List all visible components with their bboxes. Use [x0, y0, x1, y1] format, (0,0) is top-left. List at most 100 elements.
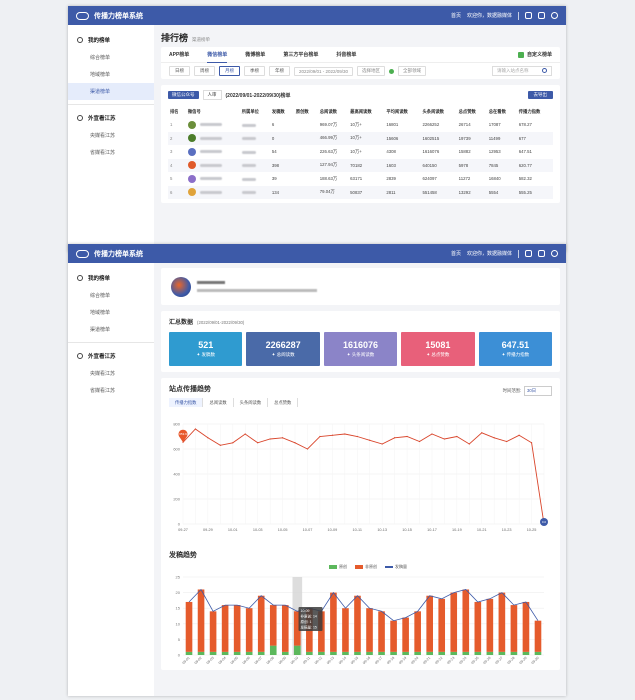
- sidebar-section-my-lists[interactable]: 我的榜单: [68, 269, 154, 287]
- tab-head-reads[interactable]: 头条阅读数: [234, 398, 269, 407]
- sidebar: 我的榜单 综合榜单 地域榜单 渠道榜单 外宣看江苏 央媒看江苏 省媒看江苏: [68, 263, 154, 696]
- filter-daily[interactable]: 日榜: [169, 66, 190, 76]
- table-row[interactable]: 2 0 466.99万 10万+ 15606 1602515 19739 11499 677: [168, 131, 553, 145]
- table-row[interactable]: 6 134 79.04万 50837 2811 551458 13292 5554 555.25: [168, 185, 553, 199]
- legend-nonoriginal[interactable]: 非原创: [355, 564, 377, 570]
- sidebar-item-central-media[interactable]: 央媒看江苏: [68, 365, 154, 382]
- app-logo[interactable]: 传播力榜单系统: [76, 249, 143, 259]
- column-header[interactable]: 最高阅读数: [348, 106, 384, 118]
- tab-manual[interactable]: 人审: [202, 90, 222, 100]
- range-select[interactable]: 30日: [524, 386, 552, 396]
- bar-nonoriginal: [390, 620, 397, 652]
- sidebar-item-provincial-media[interactable]: 省媒看江苏: [68, 144, 154, 161]
- export-button[interactable]: 去导出: [527, 91, 553, 99]
- category-select[interactable]: 全部领域: [398, 66, 427, 76]
- index-cell: 555.25: [516, 185, 553, 199]
- max-reads-cell: 10万+: [350, 121, 362, 127]
- tab-wechat[interactable]: 微信榜单: [207, 47, 228, 63]
- tab-total-reads[interactable]: 总阅读数: [203, 398, 234, 407]
- table-row[interactable]: 5 39 188.63万 63171 2839 624097 11272 16840 582.3…: [168, 172, 553, 186]
- index-cell: 647.51: [518, 149, 532, 155]
- tab-wechat-account[interactable]: 微信公众号: [168, 91, 199, 99]
- legend-original[interactable]: 原创: [329, 564, 347, 570]
- message-icon[interactable]: [525, 250, 532, 257]
- bar-nonoriginal: [245, 608, 253, 652]
- data-point: [344, 433, 346, 435]
- filter-yearly[interactable]: 年榜: [269, 66, 290, 76]
- bar-original: [330, 651, 337, 655]
- looks-cell: 16840: [488, 176, 501, 182]
- column-header[interactable]: 传播力指数: [517, 106, 553, 118]
- avg-reads-cell: 2839: [386, 176, 396, 182]
- unit-cell: [239, 185, 270, 199]
- sidebar-item-overall[interactable]: 综合榜单: [68, 49, 154, 66]
- x-tick-label: 09-02: [194, 656, 203, 665]
- power-icon[interactable]: [551, 12, 558, 19]
- sidebar-section-external[interactable]: 外宣看江苏: [68, 109, 154, 127]
- head-reads-cell: 2266252: [422, 122, 440, 128]
- tab-weibo[interactable]: 微博榜单: [245, 47, 265, 63]
- ranking-window: 传播力榜单系统 首页 欢迎你，数据融媒体 我的榜单 综合榜单 地域榜单 渠道榜单…: [68, 6, 566, 252]
- tab-third-party[interactable]: 第三方平台榜单: [283, 47, 318, 63]
- tile-label: ✦ 发稿数: [196, 352, 215, 357]
- account-name-blurred: [197, 281, 225, 284]
- column-header[interactable]: 总点赞数: [457, 106, 487, 118]
- search-icon[interactable]: [542, 68, 547, 73]
- bar-original: [221, 651, 229, 655]
- ranking-list-card: 微信公众号 人审 (2022/09/01-2022/09/30)榜单 去导出 排…: [161, 85, 560, 203]
- y-tick-label: 20: [176, 590, 181, 595]
- sidebar-section-my-lists[interactable]: 我的榜单: [68, 31, 154, 49]
- custom-list-button[interactable]: 自定义榜单: [517, 51, 552, 58]
- date-range-picker[interactable]: 2022/09/01 - 2022/09/30: [294, 66, 354, 76]
- home-link[interactable]: 首页: [451, 250, 461, 257]
- sidebar-section-external[interactable]: 外宣看江苏: [68, 347, 154, 365]
- data-point: [219, 444, 221, 446]
- main-content: 排行榜 渠道榜单 APP榜单 微信榜单 微博榜单 第三方平台榜单 抖音榜单 自定…: [161, 25, 560, 252]
- lock-icon[interactable]: [538, 250, 545, 257]
- table-row[interactable]: 3 54 226.63万 10万+ 4308 1616076 15882 12953 647.5…: [168, 145, 553, 159]
- region-select[interactable]: 选择地区: [357, 66, 386, 76]
- tab-likes[interactable]: 总点赞数: [268, 398, 299, 407]
- legend-swatch: [329, 565, 337, 569]
- account-profile: [161, 268, 560, 305]
- legend-total[interactable]: 发稿量: [385, 564, 407, 570]
- sidebar-item-channel[interactable]: 渠道榜单: [68, 321, 154, 338]
- lock-icon[interactable]: [538, 12, 545, 19]
- column-header[interactable]: 发稿数: [270, 106, 294, 118]
- sidebar-item-provincial-media[interactable]: 省媒看江苏: [68, 382, 154, 399]
- bar-original: [354, 651, 361, 655]
- tab-douyin[interactable]: 抖音榜单: [336, 47, 356, 63]
- filter-quarterly[interactable]: 季榜: [244, 66, 265, 76]
- column-header[interactable]: 平均阅读数: [384, 106, 420, 118]
- table-row[interactable]: 1 6 969.07万 10万+ 16801 2266252 26714 17087 678.2…: [168, 118, 553, 132]
- tab-index[interactable]: 传播力指数: [169, 398, 204, 407]
- power-icon[interactable]: [551, 250, 558, 257]
- bar-nonoriginal: [462, 589, 470, 652]
- column-header[interactable]: 头条阅读数: [420, 106, 456, 118]
- home-link[interactable]: 首页: [451, 12, 461, 19]
- sidebar-item-channel[interactable]: 渠道榜单: [68, 83, 154, 100]
- table-row[interactable]: 4 398 127.94万 70182 1603 640150 5978 7845 620.77: [168, 158, 553, 172]
- app-logo[interactable]: 传播力榜单系统: [76, 11, 143, 21]
- filter-weekly[interactable]: 周榜: [194, 66, 215, 76]
- y-tick-label: 15: [176, 606, 181, 611]
- sidebar-item-central-media[interactable]: 央媒看江苏: [68, 127, 154, 144]
- ranking-table: 排名 微信号 所属单位 发稿数 原创数 总阅读数 最高阅读数 平均阅读数 头条阅读数 总点赞数 总在…: [168, 106, 553, 199]
- filter-monthly[interactable]: 月榜: [219, 66, 240, 76]
- bar-original: [390, 651, 397, 655]
- message-icon[interactable]: [525, 12, 532, 19]
- sidebar-item-region[interactable]: 地域榜单: [68, 304, 154, 321]
- x-tick-label: 10-19: [452, 528, 462, 532]
- tooltip-line: 非原创: 14: [301, 614, 317, 619]
- sidebar-item-region[interactable]: 地域榜单: [68, 66, 154, 83]
- tab-app[interactable]: APP榜单: [169, 47, 189, 63]
- column-header[interactable]: 总在看数: [487, 106, 517, 118]
- welcome-text: 欢迎你，数据融媒体: [466, 251, 512, 257]
- bar-nonoriginal: [414, 611, 421, 652]
- column-header[interactable]: 原创数: [294, 106, 318, 118]
- bar-nonoriginal: [257, 595, 265, 652]
- tooltip: 10-09非原创: 14原创: 1发稿量: 15: [298, 607, 323, 631]
- column-header[interactable]: 总阅读数: [318, 106, 348, 118]
- search-input[interactable]: 请输入站点名称: [492, 66, 552, 76]
- sidebar-item-overall[interactable]: 综合榜单: [68, 287, 154, 304]
